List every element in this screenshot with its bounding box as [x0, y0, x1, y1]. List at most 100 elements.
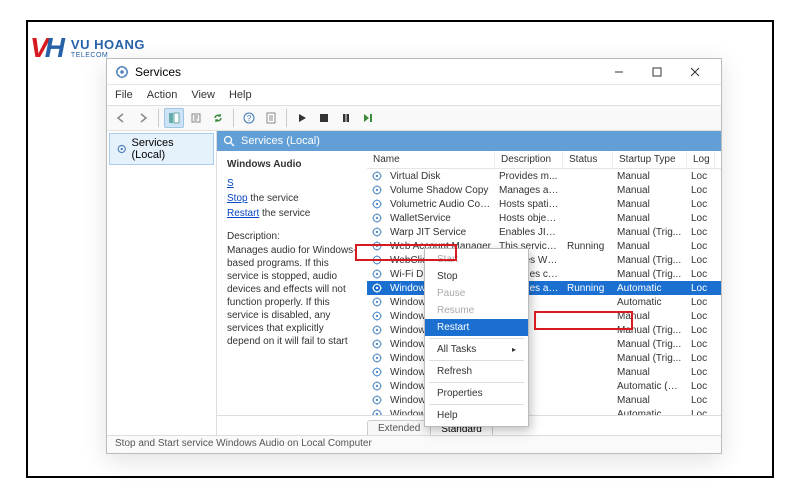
cell-desc: Hosts objec... — [495, 213, 563, 224]
col-header-name[interactable]: Name — [367, 151, 495, 168]
menu-file[interactable]: File — [115, 89, 133, 101]
cell-startup: Manual (Trig... — [613, 325, 687, 336]
status-bar: Stop and Start service Windows Audio on … — [107, 435, 721, 453]
restart-service-button[interactable] — [358, 108, 378, 128]
close-button[interactable] — [677, 61, 713, 83]
cell-name: Virtual Disk — [386, 171, 495, 182]
col-header-description[interactable]: Description — [495, 151, 563, 168]
context-menu-pause: Pause — [425, 285, 528, 302]
cell-logon: Loc — [687, 171, 715, 182]
table-row[interactable]: Windows Camera FramManual (Trig...Loc — [367, 337, 721, 351]
context-menu-properties[interactable]: Properties — [425, 385, 528, 402]
refresh-button[interactable] — [208, 108, 228, 128]
context-menu-restart[interactable]: Restart — [425, 319, 528, 336]
logo-name: VU HOANG — [71, 37, 145, 52]
cell-logon: Loc — [687, 241, 715, 252]
table-row[interactable]: Warp JIT ServiceEnables JIT ...Manual (T… — [367, 225, 721, 239]
gear-icon — [371, 226, 383, 238]
context-menu-refresh[interactable]: Refresh — [425, 363, 528, 380]
table-row[interactable]: WalletServiceHosts objec...ManualLoc — [367, 211, 721, 225]
back-button[interactable] — [111, 108, 131, 128]
services-icon — [115, 65, 129, 79]
cell-startup: Manual (Trig... — [613, 339, 687, 350]
gear-icon — [371, 254, 383, 266]
cell-logon: Loc — [687, 199, 715, 210]
maximize-button[interactable] — [639, 61, 675, 83]
cell-startup: Manual — [613, 213, 687, 224]
titlebar[interactable]: Services — [107, 59, 721, 85]
cell-startup: Manual — [613, 241, 687, 252]
show-hide-tree-button[interactable] — [164, 108, 184, 128]
cell-startup: Manual — [613, 171, 687, 182]
services-window: Services File Action View Help ? S — [106, 58, 722, 454]
tree-node-services-local[interactable]: Services (Local) — [109, 133, 214, 165]
table-row[interactable]: WebClientEnables Win...Manual (Trig...Lo… — [367, 253, 721, 267]
cell-logon: Loc — [687, 269, 715, 280]
table-row[interactable]: Volume Shadow CopyManages an...ManualLoc — [367, 183, 721, 197]
tab-extended[interactable]: Extended — [367, 420, 431, 435]
export-button[interactable] — [186, 108, 206, 128]
table-row[interactable]: Windows AudioManages au...RunningAutomat… — [367, 281, 721, 295]
table-row[interactable]: Volumetric Audio Composit...Hosts spatia… — [367, 197, 721, 211]
cell-logon: Loc — [687, 325, 715, 336]
stop-service-button[interactable] — [314, 108, 334, 128]
cell-logon: Loc — [687, 297, 715, 308]
forward-button[interactable] — [133, 108, 153, 128]
cell-startup: Manual (Trig... — [613, 255, 687, 266]
logo-sub: TELECOM — [71, 52, 145, 59]
gear-icon — [371, 268, 383, 280]
cell-desc: Hosts spatia... — [495, 199, 563, 210]
cell-name: Warp JIT Service — [386, 227, 495, 238]
col-header-status[interactable]: Status — [563, 151, 613, 168]
start-service-button[interactable] — [292, 108, 312, 128]
table-row[interactable]: Web Account ManagerThis service ...Runni… — [367, 239, 721, 253]
table-row[interactable]: Windows Camera FramManual (Trig...Loc — [367, 351, 721, 365]
context-menu-resume: Resume — [425, 302, 528, 319]
cell-logon: Loc — [687, 185, 715, 196]
gear-icon — [371, 170, 383, 182]
table-row[interactable]: Windows Connect NowManualLoc — [367, 365, 721, 379]
cell-startup: Manual — [613, 311, 687, 322]
tree-node-label: Services (Local) — [131, 137, 207, 161]
context-menu-stop[interactable]: Stop — [425, 268, 528, 285]
col-header-startup[interactable]: Startup Type — [613, 151, 687, 168]
search-icon — [223, 135, 235, 147]
gear-icon — [371, 296, 383, 308]
table-row[interactable]: Windows Audio EndpAutomaticLoc — [367, 295, 721, 309]
menu-help[interactable]: Help — [229, 89, 252, 101]
description-text: Manages audio for Windows-based programs… — [227, 244, 357, 348]
cell-desc: Enables JIT ... — [495, 227, 563, 238]
gear-icon — [371, 282, 383, 294]
stop-link-word[interactable]: Stop — [227, 193, 248, 204]
menu-action[interactable]: Action — [147, 89, 178, 101]
gear-icon — [371, 394, 383, 406]
gear-icon — [371, 240, 383, 252]
stop-service-link[interactable]: S — [227, 178, 234, 189]
table-row[interactable]: Windows Defender AdManualLoc — [367, 393, 721, 407]
service-list[interactable]: Virtual DiskProvides m...ManualLocVolume… — [367, 169, 721, 415]
cell-startup: Automatic (Trig... — [613, 381, 687, 392]
cell-logon: Loc — [687, 255, 715, 266]
table-row[interactable]: Wi-Fi Direct Services Conne...Manages co… — [367, 267, 721, 281]
table-row[interactable]: Windows BackupManualLoc — [367, 309, 721, 323]
cell-status: Running — [563, 283, 613, 294]
menu-view[interactable]: View — [191, 89, 215, 101]
cell-desc: Provides m... — [495, 171, 563, 182]
context-menu-all-tasks[interactable]: All Tasks▸ — [425, 341, 528, 358]
properties-button[interactable] — [261, 108, 281, 128]
cell-desc: Manages an... — [495, 185, 563, 196]
table-row[interactable]: Windows Defender FireAutomaticLoc — [367, 407, 721, 415]
col-header-logon[interactable]: Log — [687, 151, 715, 168]
table-row[interactable]: Virtual DiskProvides m... ManualLoc — [367, 169, 721, 183]
gear-icon — [371, 380, 383, 392]
help-button[interactable]: ? — [239, 108, 259, 128]
cell-logon: Loc — [687, 395, 715, 406]
table-row[interactable]: Windows Biometric SeManual (Trig...Loc — [367, 323, 721, 337]
restart-link-word[interactable]: Restart — [227, 208, 259, 219]
table-row[interactable]: Windows ConnectionAutomatic (Trig...Loc — [367, 379, 721, 393]
cell-startup: Manual — [613, 199, 687, 210]
minimize-button[interactable] — [601, 61, 637, 83]
context-menu-help[interactable]: Help — [425, 407, 528, 424]
menubar: File Action View Help — [107, 85, 721, 105]
pause-service-button[interactable] — [336, 108, 356, 128]
